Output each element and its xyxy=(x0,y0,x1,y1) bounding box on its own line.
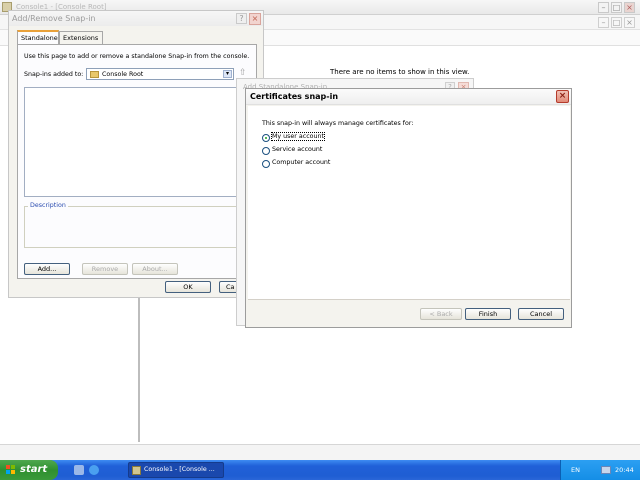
snapin-dialog-titlebar: Add/Remove Snap-in ? × xyxy=(9,11,263,26)
radio-button-checked[interactable] xyxy=(262,134,270,142)
cert-dialog-close-button[interactable]: × xyxy=(556,90,569,103)
folder-icon xyxy=(90,71,99,78)
minimize-button[interactable]: – xyxy=(598,2,609,13)
radio-button[interactable] xyxy=(262,147,270,155)
show-desktop-icon[interactable] xyxy=(74,465,84,475)
empty-view-message: There are no items to show in this view. xyxy=(330,68,470,76)
snapin-dialog-close-button[interactable]: × xyxy=(249,13,261,25)
cert-cancel-button[interactable]: Cancel xyxy=(518,308,564,320)
add-button[interactable]: Add... xyxy=(24,263,70,275)
maximize-button[interactable]: □ xyxy=(611,2,622,13)
radio-label-computer-account: Computer account xyxy=(272,159,331,166)
about-button[interactable]: About... xyxy=(132,263,178,275)
console-task-icon xyxy=(132,466,141,475)
close-button[interactable]: × xyxy=(624,2,635,13)
back-button[interactable]: < Back xyxy=(420,308,462,320)
child-minimize-button[interactable]: – xyxy=(598,17,609,28)
console-statusbar xyxy=(0,444,640,460)
cert-prompt: This snap-in will always manage certific… xyxy=(262,120,414,127)
cert-dialog-title: Certificates snap-in xyxy=(250,92,339,101)
up-folder-icon[interactable]: ⇧ xyxy=(239,68,249,78)
ok-button[interactable]: OK xyxy=(165,281,211,293)
finish-button[interactable]: Finish xyxy=(465,308,511,320)
language-indicator[interactable]: EN xyxy=(571,466,580,474)
cert-options-panel: This snap-in will always manage certific… xyxy=(248,106,570,300)
task-console1-label: Console1 - [Console ... xyxy=(144,466,215,473)
tab-extensions[interactable]: Extensions xyxy=(59,31,103,44)
remove-button[interactable]: Remove xyxy=(82,263,128,275)
clock: 20:44 xyxy=(615,466,634,474)
snapins-added-value: Console Root xyxy=(102,71,144,78)
network-icon[interactable] xyxy=(601,466,611,474)
start-label: start xyxy=(20,464,48,475)
start-button[interactable]: start xyxy=(0,460,58,480)
radio-label-my-user-account: My user account xyxy=(271,132,325,141)
snapin-dialog-title: Add/Remove Snap-in xyxy=(12,14,96,23)
add-remove-snapin-dialog: Add/Remove Snap-in ? × Standalone Extens… xyxy=(8,10,264,298)
snapins-added-label: Snap-ins added to: xyxy=(24,71,84,78)
help-button[interactable]: ? xyxy=(236,13,247,24)
cert-dialog-titlebar: Certificates snap-in × xyxy=(246,89,571,105)
snapins-list[interactable] xyxy=(24,87,250,197)
system-tray: EN 20:44 xyxy=(560,460,640,480)
certificates-snapin-dialog: Certificates snap-in × This snap-in will… xyxy=(245,88,572,328)
description-legend: Description xyxy=(28,202,68,209)
description-group: Description xyxy=(24,202,250,248)
snapins-added-dropdown[interactable]: Console Root ▾ xyxy=(86,68,234,80)
chevron-down-icon[interactable]: ▾ xyxy=(223,70,232,78)
taskbar: start Console1 - [Console ... EN 20:44 xyxy=(0,460,640,480)
radio-label-service-account: Service account xyxy=(272,146,323,153)
windows-logo-icon xyxy=(6,465,16,475)
standalone-description: Use this page to add or remove a standal… xyxy=(24,53,250,60)
radio-button[interactable] xyxy=(262,160,270,168)
standalone-tab-panel: Use this page to add or remove a standal… xyxy=(17,44,257,279)
child-close-button[interactable]: × xyxy=(624,17,635,28)
task-console1[interactable]: Console1 - [Console ... xyxy=(128,462,224,478)
child-restore-button[interactable]: □ xyxy=(611,17,622,28)
tab-standalone[interactable]: Standalone xyxy=(17,30,59,44)
internet-explorer-icon[interactable] xyxy=(89,465,99,475)
